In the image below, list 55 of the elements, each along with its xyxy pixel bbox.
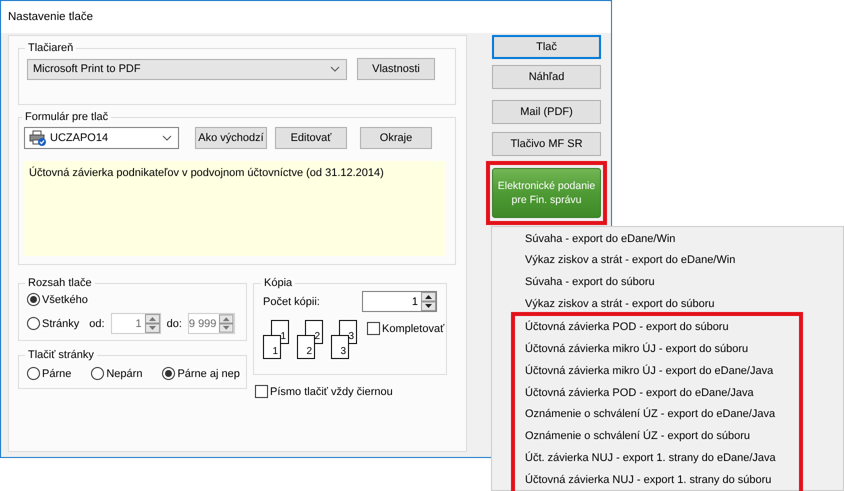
menu-item[interactable]: Účt. závierka NUJ - export 1. strany do eDane/Java bbox=[515, 447, 799, 469]
page-sheet: 3 bbox=[331, 335, 349, 359]
group-label: Tlačiareň bbox=[27, 42, 74, 54]
form-button[interactable]: Editovať bbox=[275, 127, 347, 149]
field-label: do: bbox=[166, 318, 182, 330]
radio-label[interactable]: Všetkého bbox=[42, 294, 88, 306]
radio-label[interactable]: Párne bbox=[42, 368, 72, 380]
form-button[interactable]: Okraje bbox=[360, 127, 432, 149]
menu-item[interactable]: Účtovná závierka NUJ - export 1. strany do súboru bbox=[515, 468, 799, 491]
radio-button[interactable] bbox=[162, 367, 176, 380]
group-label: Tlačiť stránky bbox=[27, 349, 95, 361]
form-button[interactable]: Ako východzí bbox=[195, 127, 267, 149]
menu-item[interactable]: Súvaha - export do eDane/Win bbox=[512, 228, 843, 250]
checkbox[interactable] bbox=[255, 385, 268, 398]
window-title: Nastavenie tlače bbox=[8, 11, 94, 23]
menu-item[interactable]: Výkaz ziskov a strát - export do eDane/Win bbox=[512, 250, 843, 272]
menu-item[interactable]: Oznámenie o schválení ÚZ - export do súboru bbox=[515, 425, 799, 448]
field-label: od: bbox=[89, 318, 105, 330]
radio-label[interactable]: Nepárn bbox=[106, 368, 142, 380]
page-sheet: 2 bbox=[297, 335, 315, 359]
action-button[interactable]: Náhľad bbox=[492, 65, 601, 89]
radio-label[interactable]: Párne aj nep bbox=[177, 368, 240, 380]
menu-item[interactable]: Súvaha - export do súboru bbox=[512, 271, 843, 293]
printer-dropdown[interactable]: Microsoft Print to PDF bbox=[27, 58, 347, 80]
chevron-down-icon bbox=[162, 135, 172, 141]
radio-button[interactable] bbox=[27, 367, 40, 380]
group-label: Kópia bbox=[263, 277, 294, 289]
chevron-down-icon bbox=[330, 66, 340, 72]
submit-button[interactable]: Elektronické podanie pre Fin. správu bbox=[492, 168, 601, 218]
page-sheet: 1 bbox=[263, 335, 281, 359]
menu-item[interactable]: Účtovná závierka mikro ÚJ - export do eDane/Java bbox=[515, 360, 799, 382]
spin-arrows-icon[interactable] bbox=[421, 292, 436, 311]
radio-button[interactable] bbox=[27, 293, 40, 306]
group-label: Rozsah tlače bbox=[27, 277, 93, 289]
checkbox-label[interactable]: Kompletovať bbox=[382, 322, 444, 334]
printer-icon bbox=[29, 130, 47, 146]
form-description: Účtovná závierka podnikateľov v podvojnom účtovníctve (od 31.12.2014) bbox=[24, 161, 445, 256]
radio-button[interactable] bbox=[91, 367, 104, 380]
menu-item[interactable]: Účtovná závierka mikro ÚJ - export do súboru bbox=[515, 338, 799, 360]
action-button[interactable]: Tlačivo MF SR bbox=[492, 132, 601, 156]
menu-item[interactable]: Účtovná závierka POD - export do eDane/Java bbox=[515, 382, 799, 404]
number-field[interactable]: 1 bbox=[362, 291, 437, 312]
checkbox[interactable] bbox=[367, 322, 380, 335]
radio-label[interactable]: Stránky bbox=[42, 318, 80, 330]
menu-item[interactable]: Účtovná závierka POD - export do súboru bbox=[515, 316, 799, 338]
group-label: Formulár pre tlač bbox=[24, 111, 110, 123]
properties-button[interactable]: Vlastnosti bbox=[357, 58, 435, 80]
checkbox-label[interactable]: Písmo tlačiť vždy čiernou bbox=[270, 386, 393, 398]
radio-button[interactable] bbox=[27, 317, 40, 330]
form-dropdown[interactable]: UCZAPO14 bbox=[24, 127, 179, 149]
action-button[interactable]: Mail (PDF) bbox=[492, 100, 601, 124]
print-button[interactable]: Tlač bbox=[492, 35, 601, 59]
field-label: Počet kópii: bbox=[263, 296, 320, 308]
menu-item[interactable]: Oznámenie o schválení ÚZ - export do eDane/Java bbox=[515, 404, 799, 426]
menu-item[interactable]: Výkaz ziskov a strát - export do súboru bbox=[512, 292, 843, 314]
